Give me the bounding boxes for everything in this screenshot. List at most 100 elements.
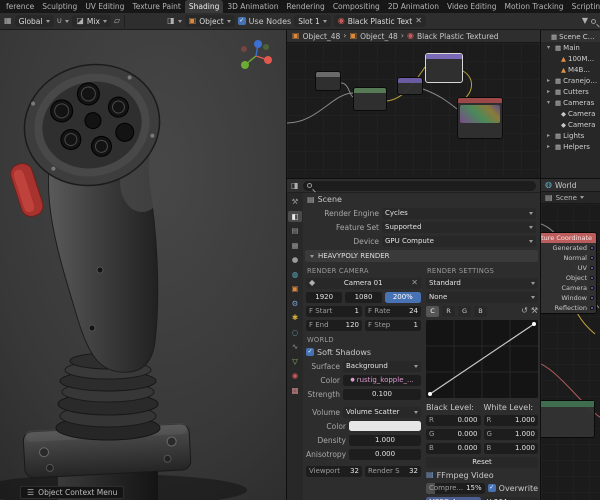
render-samples-field[interactable]: Render S 32 (365, 465, 421, 477)
world-color-link-field[interactable]: ● rustig_kopple_... (343, 374, 421, 386)
workspace-tab[interactable]: Video Editing (443, 0, 501, 13)
disclosure-icon[interactable]: ▸ (547, 132, 553, 139)
world-properties-tab[interactable]: ◍ (288, 269, 302, 281)
slot-dropdown[interactable]: Slot 1 (294, 15, 331, 27)
view-transform-dropdown[interactable]: Standard (426, 277, 538, 289)
volume-color-swatch[interactable] (349, 421, 421, 431)
frame-step-field[interactable]: F Step 1 (365, 319, 421, 331)
image-texture-node[interactable] (457, 97, 503, 139)
outliner-item[interactable]: ◆ Camera (541, 108, 600, 119)
workspace-tab[interactable]: Sculpting (38, 0, 81, 13)
black-level-r-field[interactable]: R 0.000 (426, 414, 481, 426)
transform-orientation-dropdown[interactable]: Global (14, 15, 54, 27)
navigation-gizmo[interactable] (236, 36, 276, 76)
overwrite-checkbox[interactable]: ✓ (487, 484, 496, 492)
channel-r-button[interactable]: R (442, 305, 455, 317)
disclosure-icon[interactable]: ▸ (547, 77, 553, 84)
outliner-item[interactable]: ▸ ▦ Lights (541, 130, 600, 141)
black-level-g-field[interactable]: G 0.000 (426, 428, 481, 440)
texture-coordinate-node[interactable]: Texture Coordinate Generated Normal UV O… (541, 232, 597, 314)
tool-properties-tab[interactable]: ⚒ (288, 196, 302, 208)
node-output-row[interactable]: Camera (541, 283, 596, 293)
world-node-editor[interactable]: ◍ World ▤ Scene Texture Coordinate Gener… (540, 178, 600, 500)
workspace-tab[interactable]: UV Editing (81, 0, 128, 13)
search-icon[interactable] (591, 18, 596, 24)
object-properties-tab[interactable]: ▣ (288, 283, 302, 295)
snap-options-caret-icon[interactable] (65, 19, 70, 23)
codec-dropdown[interactable]: H.264 (483, 496, 538, 500)
workspace-tab[interactable]: ference (2, 0, 38, 13)
node-output-row[interactable]: Window (541, 293, 596, 303)
workspace-tab[interactable]: 3D Animation (223, 0, 282, 13)
frame-rate-field[interactable]: F Rate 24 (365, 305, 421, 317)
white-level-b-field[interactable]: B 1.000 (483, 442, 538, 454)
view-layer-properties-tab[interactable]: ▦ (288, 240, 302, 252)
filter-icon[interactable]: ▼ (582, 17, 588, 25)
outliner-item[interactable]: ▾ ▦ Main (541, 42, 600, 53)
white-level-g-field[interactable]: G 1.000 (483, 428, 538, 440)
heavypoly-render-section-header[interactable]: HEAVYPOLY RENDER (305, 250, 538, 262)
workspace-tab[interactable]: Motion Tracking (501, 0, 568, 13)
outliner-item[interactable]: ▾ ▦ Cameras (541, 97, 600, 108)
material-properties-tab[interactable]: ◉ (288, 370, 302, 382)
frame-end-field[interactable]: F End 120 (306, 319, 362, 331)
shader-node[interactable] (541, 400, 595, 438)
breadcrumb-object[interactable]: Object_48 (303, 32, 341, 41)
socket-icon[interactable] (590, 296, 594, 300)
node-output-row[interactable]: Object (541, 273, 596, 283)
breadcrumb-scene[interactable]: Scene (556, 194, 577, 202)
node-output-row[interactable]: Generated (541, 243, 596, 253)
workspace-tab[interactable]: Compositing (329, 0, 384, 13)
reset-curve-button[interactable]: Reset (426, 456, 538, 468)
unlink-icon[interactable]: ✕ (415, 17, 422, 25)
density-field[interactable]: 1.000 (349, 434, 421, 446)
outliner-item[interactable]: ▸ ▦ Helpers (541, 141, 600, 152)
breadcrumb-object2[interactable]: Object_48 (360, 32, 398, 41)
node-canvas[interactable] (287, 43, 541, 177)
render-properties-tab[interactable]: ◧ (288, 210, 302, 222)
particles-properties-tab[interactable]: ✱ (288, 312, 302, 324)
shader-node-editor[interactable]: ▣ Object_48 › ▣ Object_48 › ◉ Black Plas… (286, 30, 541, 178)
feature-set-dropdown[interactable]: Supported (382, 221, 536, 233)
grid-icon[interactable]: ▦ (4, 17, 12, 25)
device-dropdown[interactable]: GPU Compute (382, 235, 536, 247)
modifier-properties-tab[interactable]: ⚙ (288, 298, 302, 310)
shader-node[interactable] (315, 71, 341, 91)
disclosure-icon[interactable]: ▸ (547, 88, 553, 95)
outliner-item[interactable]: ▲ M4B... (541, 64, 600, 75)
unlink-icon[interactable]: ✕ (411, 279, 418, 287)
physics-properties-tab[interactable]: ◌ (288, 327, 302, 339)
shader-node-selected[interactable] (425, 53, 463, 83)
workspace-tab[interactable]: Texture Paint (128, 0, 184, 13)
outliner-item[interactable]: ▸ ▦ Cranejoys... (541, 75, 600, 86)
outliner-item-scene-collection[interactable]: ▦ Scene Collec... (541, 31, 600, 42)
channel-g-button[interactable]: G (458, 305, 471, 317)
socket-icon[interactable] (590, 266, 594, 270)
resolution-scale-button[interactable]: 200% (384, 291, 421, 303)
properties-editor-icon[interactable]: ◨ (291, 181, 299, 190)
channel-c-button[interactable]: C (426, 305, 439, 317)
disclosure-icon[interactable]: ▾ (547, 99, 553, 106)
nodetree-editor-icon[interactable]: ◨ (167, 17, 175, 25)
surface-dropdown[interactable]: Background (343, 360, 421, 372)
shader-type-dropdown[interactable]: ▣ Object (184, 15, 235, 27)
render-engine-dropdown[interactable]: Cycles (382, 207, 536, 219)
use-nodes-checkbox[interactable]: ✓ Use Nodes (237, 17, 291, 26)
strength-field[interactable]: 0.100 (343, 388, 421, 400)
socket-icon[interactable] (590, 276, 594, 280)
socket-icon[interactable] (590, 286, 594, 290)
material-selector[interactable]: ◉ Black Plastic Text ✕ (333, 15, 426, 27)
look-dropdown[interactable]: None (426, 291, 538, 303)
workspace-tab[interactable]: Scripting (568, 0, 600, 13)
volume-dropdown[interactable]: Volume Scatter (343, 406, 421, 418)
workspace-tab-shading[interactable]: Shading (184, 0, 224, 13)
curve-tools-icon[interactable]: ⚒ (531, 307, 538, 315)
node-output-row[interactable]: Reflection (541, 303, 596, 313)
camera-selector[interactable]: ◆ Camera 01 ✕ (306, 277, 421, 289)
outliner-item[interactable]: ▲ 100M... (541, 53, 600, 64)
socket-icon[interactable] (590, 256, 594, 260)
outliner-item[interactable]: ▸ ▦ Cutters (541, 86, 600, 97)
scene-properties-tab[interactable]: ● (288, 254, 302, 266)
outliner-item[interactable]: ◆ Camera (541, 119, 600, 130)
output-properties-tab[interactable]: ▤ (288, 225, 302, 237)
